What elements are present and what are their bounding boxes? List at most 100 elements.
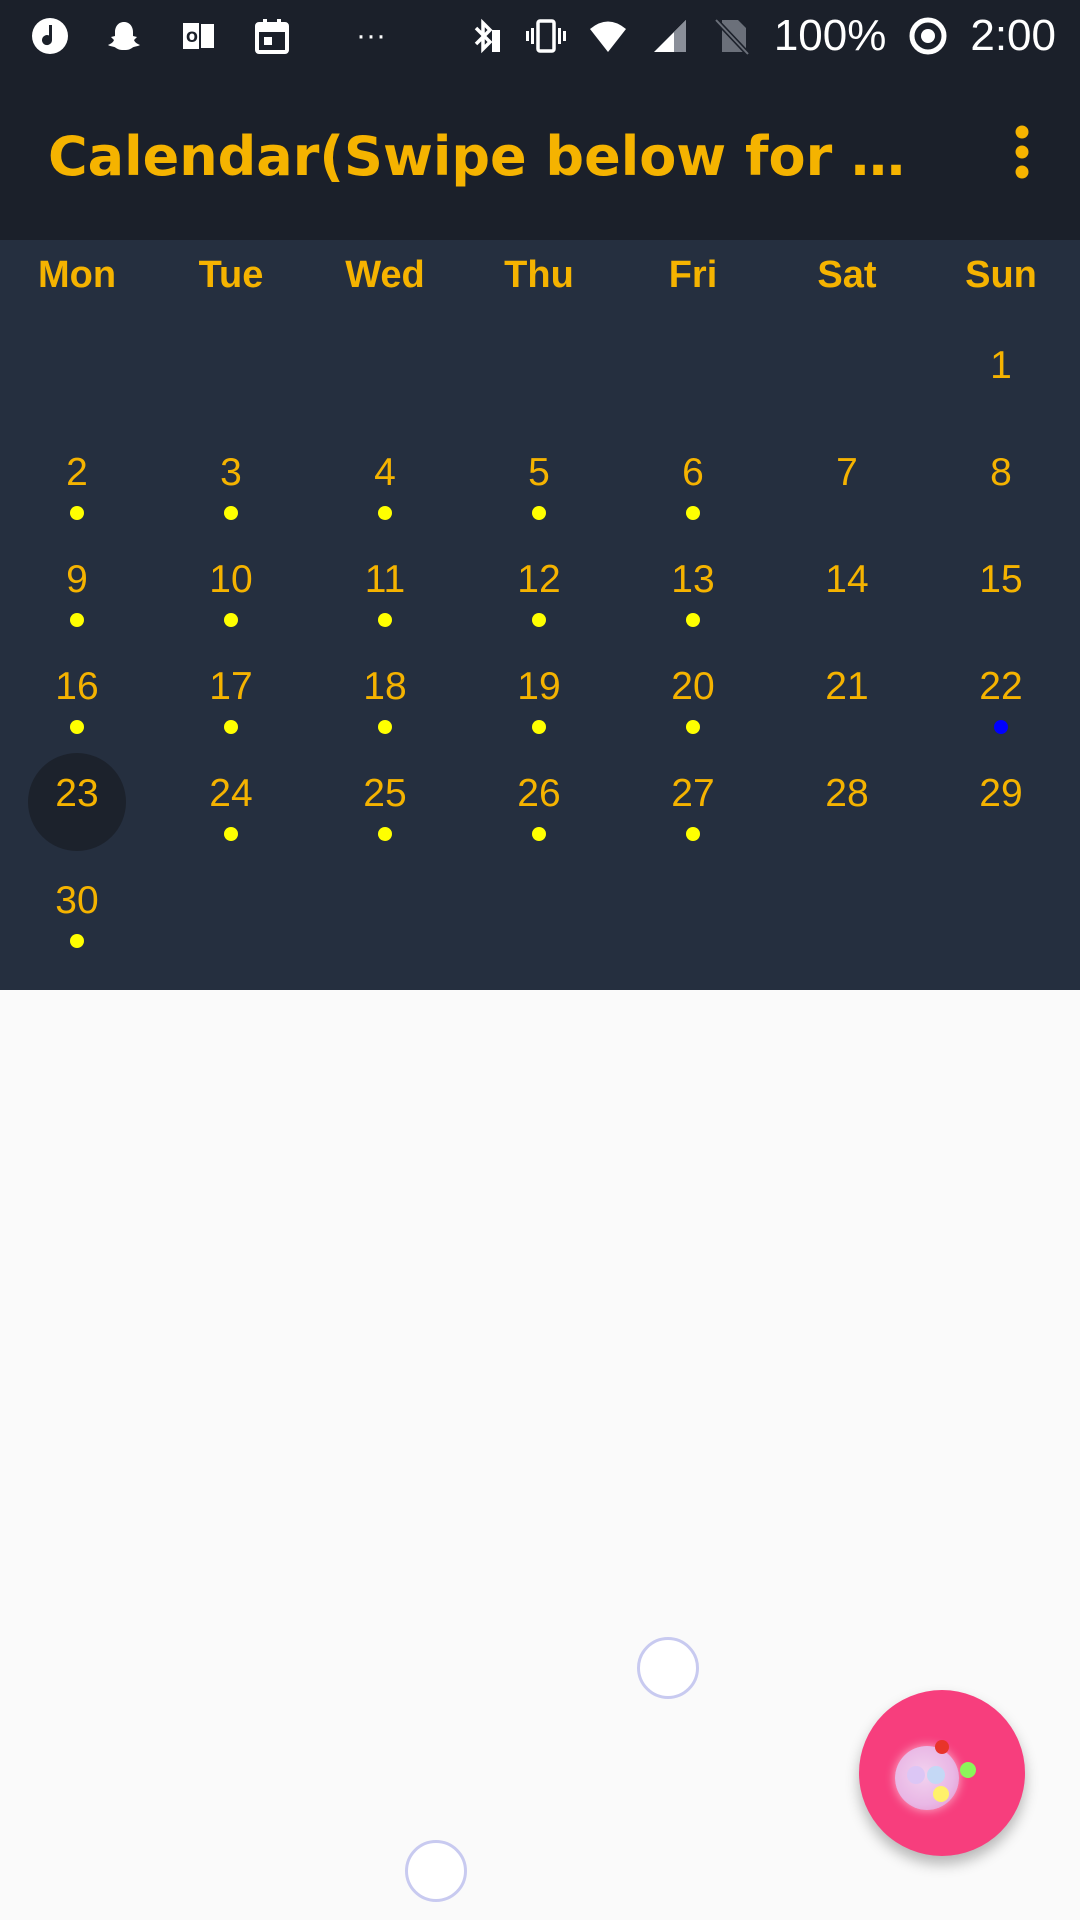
event-indicator-dot — [224, 827, 238, 841]
day-number: 20 — [671, 665, 715, 708]
add-event-fab[interactable] — [859, 1690, 1025, 1856]
event-indicator-dot — [378, 506, 392, 520]
calendar-day-cell[interactable]: 3 — [154, 427, 308, 534]
event-indicator-dot — [224, 613, 238, 627]
day-number: 24 — [209, 772, 253, 815]
overflow-menu-button[interactable] — [986, 116, 1058, 188]
calendar-day-cell[interactable]: 25 — [308, 748, 462, 855]
calendar-day-cell[interactable]: 13 — [616, 534, 770, 641]
event-indicator-dot — [532, 720, 546, 734]
calendar-day-cell[interactable]: 18 — [308, 641, 462, 748]
calendar-day-cell[interactable]: 4 — [308, 427, 462, 534]
day-number: 3 — [220, 451, 242, 494]
event-indicator-dot — [378, 613, 392, 627]
wifi-icon — [588, 16, 628, 56]
event-indicator-dot — [378, 720, 392, 734]
touch-indicator — [405, 1840, 467, 1902]
cell-signal-icon — [650, 16, 690, 56]
weekday-header-row: Mon Tue Wed Thu Fri Sat Sun — [0, 240, 1080, 320]
bluetooth-icon — [464, 16, 504, 56]
day-number: 16 — [55, 665, 99, 708]
calendar-day-cell[interactable]: 1 — [924, 320, 1078, 427]
calendar-day-cell[interactable]: 21 — [770, 641, 924, 748]
calendar-day-cell[interactable]: 14 — [770, 534, 924, 641]
calendar-day-cell[interactable]: 8 — [924, 427, 1078, 534]
calendar-day-cell[interactable]: 2 — [0, 427, 154, 534]
day-number: 13 — [671, 558, 715, 601]
day-number: 19 — [517, 665, 561, 708]
calendar-day-cell[interactable]: 7 — [770, 427, 924, 534]
day-number: 4 — [374, 451, 396, 494]
calendar-day-cell[interactable]: 20 — [616, 641, 770, 748]
day-number: 27 — [671, 772, 715, 815]
weekday-wed: Wed — [345, 254, 425, 296]
calendar-day-cell[interactable]: 30 — [0, 855, 154, 962]
day-number: 21 — [825, 665, 869, 708]
event-indicator-dot — [224, 506, 238, 520]
event-indicator-dot — [686, 827, 700, 841]
day-number: 14 — [825, 558, 869, 601]
event-indicator-dot — [532, 613, 546, 627]
fab-dot-red — [935, 1740, 949, 1754]
event-indicator-dot — [686, 506, 700, 520]
day-number: 7 — [836, 451, 858, 494]
calendar-day-cell[interactable]: 29 — [924, 748, 1078, 855]
calendar-day-cell[interactable]: 27 — [616, 748, 770, 855]
fab-dot-yellow — [933, 1786, 949, 1802]
more-vert-icon — [1015, 125, 1029, 179]
day-number: 25 — [363, 772, 407, 815]
outlook-icon: O — [178, 16, 218, 56]
day-number: 28 — [825, 772, 869, 815]
calendar-day-cell[interactable]: 26 — [462, 748, 616, 855]
svg-text:O: O — [186, 30, 198, 46]
day-number: 2 — [66, 451, 88, 494]
no-sim-icon — [712, 16, 752, 56]
event-indicator-dot — [378, 827, 392, 841]
calendar-day-cell[interactable]: 12 — [462, 534, 616, 641]
music-app-icon — [30, 16, 70, 56]
calendar-day-cell[interactable]: 10 — [154, 534, 308, 641]
screen: O ··· 100% 2:00 Calendar(Swipe below for… — [0, 0, 1080, 1920]
calendar-day-cell[interactable]: 23 — [0, 748, 154, 855]
day-number: 18 — [363, 665, 407, 708]
day-number: 22 — [979, 665, 1023, 708]
weekday-sat: Sat — [817, 254, 877, 296]
day-number: 12 — [517, 558, 561, 601]
event-indicator-dot — [686, 720, 700, 734]
app-bar: Calendar(Swipe below for m… — [0, 72, 1080, 240]
day-number: 9 — [66, 558, 88, 601]
day-number: 15 — [979, 558, 1023, 601]
day-number: 5 — [528, 451, 550, 494]
battery-percent: 100% — [773, 11, 887, 60]
event-indicator-dot — [994, 720, 1008, 734]
event-indicator-dot — [70, 934, 84, 948]
day-number: 1 — [990, 344, 1012, 387]
calendar-day-cell[interactable]: 11 — [308, 534, 462, 641]
weekday-tue: Tue — [198, 254, 264, 296]
day-number: 11 — [364, 558, 406, 601]
event-indicator-dot — [70, 720, 84, 734]
weekday-fri: Fri — [668, 254, 718, 296]
clock: 2:00 — [970, 11, 1056, 60]
day-number: 10 — [209, 558, 253, 601]
event-indicator-dot — [224, 720, 238, 734]
more-notifications-icon: ··· — [356, 19, 386, 52]
status-bar: O ··· 100% 2:00 — [0, 0, 1080, 72]
snapchat-icon — [104, 16, 144, 56]
fab-dot-green — [960, 1762, 976, 1778]
calendar-day-cell[interactable]: 16 — [0, 641, 154, 748]
calendar-day-cell[interactable]: 22 — [924, 641, 1078, 748]
calendar-day-cell[interactable]: 24 — [154, 748, 308, 855]
fab-orb-icon — [895, 1746, 959, 1810]
event-indicator-dot — [532, 506, 546, 520]
day-number: 8 — [990, 451, 1012, 494]
calendar-day-cell[interactable]: 28 — [770, 748, 924, 855]
calendar-day-cell[interactable]: 15 — [924, 534, 1078, 641]
calendar-day-cell[interactable]: 17 — [154, 641, 308, 748]
calendar-day-cell[interactable]: 5 — [462, 427, 616, 534]
day-number: 30 — [55, 879, 99, 922]
calendar-day-cell[interactable]: 19 — [462, 641, 616, 748]
calendar-day-cell[interactable]: 6 — [616, 427, 770, 534]
calendar-day-cell[interactable]: 9 — [0, 534, 154, 641]
day-number: 6 — [682, 451, 704, 494]
